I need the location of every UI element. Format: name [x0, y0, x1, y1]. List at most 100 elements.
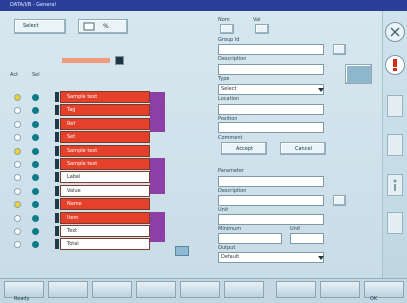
list-item-text[interactable]: Text	[60, 225, 150, 237]
list-item-text[interactable]: Item	[60, 211, 150, 224]
list-item[interactable]: Value	[14, 184, 164, 198]
position-field[interactable]	[218, 122, 324, 133]
list-item-text[interactable]: Name	[60, 198, 150, 211]
filter-field[interactable]	[62, 58, 110, 63]
toolbar-button-2[interactable]	[48, 281, 88, 298]
rail-button-3[interactable]	[387, 212, 403, 234]
row-handle[interactable]	[55, 159, 59, 169]
info-icon[interactable]	[387, 174, 403, 196]
row-handle[interactable]	[55, 199, 59, 210]
cancel-button[interactable]: Cancel	[280, 142, 326, 155]
select-indicator-icon[interactable]	[32, 228, 39, 235]
active-indicator-icon[interactable]	[14, 120, 21, 128]
row-handle[interactable]	[55, 132, 59, 143]
list-action-icon[interactable]	[175, 246, 189, 256]
rail-button-2[interactable]	[387, 134, 403, 156]
group-lookup-button[interactable]	[333, 44, 346, 55]
list-item[interactable]: Sample text	[14, 158, 164, 171]
side-action-button[interactable]	[345, 64, 372, 84]
list-item-text[interactable]: Label	[60, 171, 150, 184]
list-item[interactable]: Ref	[14, 117, 164, 131]
chevron-down-icon[interactable]	[318, 254, 324, 261]
active-indicator-icon[interactable]	[14, 94, 21, 101]
list-item-text[interactable]: Total	[60, 238, 150, 251]
field-b-label-1: Description	[218, 188, 247, 194]
active-indicator-icon[interactable]	[14, 134, 21, 142]
select-indicator-icon[interactable]	[32, 174, 39, 182]
list-item-text[interactable]: Sample text	[60, 158, 150, 170]
select-indicator-icon[interactable]	[32, 214, 39, 222]
row-handle[interactable]	[55, 145, 59, 156]
toolbar-button-7[interactable]	[276, 281, 316, 298]
unit-field[interactable]	[218, 214, 324, 225]
top-toggle-2[interactable]	[255, 24, 269, 34]
toolbar-button-3[interactable]	[92, 281, 132, 298]
chevron-down-icon[interactable]	[318, 86, 324, 93]
active-indicator-icon[interactable]	[14, 228, 21, 235]
select-indicator-icon[interactable]	[32, 107, 39, 115]
active-indicator-icon[interactable]	[14, 241, 21, 249]
list-item[interactable]: Set	[14, 131, 164, 144]
select-button[interactable]: Select	[14, 19, 66, 34]
list-item[interactable]: Text	[14, 225, 164, 238]
top-toggle-1[interactable]	[220, 24, 234, 34]
list-item[interactable]: Sample text	[14, 144, 164, 158]
select-indicator-icon[interactable]	[32, 94, 39, 101]
select-indicator-icon[interactable]	[32, 241, 39, 249]
row-handle[interactable]	[55, 92, 59, 102]
select-indicator-icon[interactable]	[32, 161, 39, 168]
list-item[interactable]: Total	[14, 238, 164, 251]
select-indicator-icon[interactable]	[32, 201, 39, 209]
output-select[interactable]: Default	[218, 252, 324, 263]
description-field[interactable]	[218, 64, 324, 75]
select-indicator-icon[interactable]	[32, 134, 39, 142]
active-indicator-icon[interactable]	[14, 174, 21, 182]
list-item-text[interactable]: Set	[60, 131, 150, 144]
active-indicator-icon[interactable]	[14, 107, 21, 115]
type-select[interactable]: Select	[218, 84, 324, 95]
select-indicator-icon[interactable]	[32, 147, 39, 155]
description-field-2[interactable]	[218, 195, 324, 206]
toolbar-button-6[interactable]	[224, 281, 264, 298]
list-item[interactable]: Name	[14, 198, 164, 211]
list-item-text[interactable]: Value	[60, 184, 150, 197]
active-indicator-icon[interactable]	[14, 214, 21, 222]
select-indicator-icon[interactable]	[32, 120, 39, 128]
active-indicator-icon[interactable]	[14, 201, 21, 209]
parameter-field[interactable]	[218, 176, 324, 187]
list-item-text[interactable]: Tag	[60, 104, 150, 117]
group-id-field[interactable]	[218, 44, 324, 55]
row-handle[interactable]	[55, 172, 59, 183]
row-handle[interactable]	[55, 226, 59, 236]
row-handle[interactable]	[55, 105, 59, 116]
list-item[interactable]: Item	[14, 211, 164, 225]
filter-toggle[interactable]	[115, 56, 124, 65]
row-handle[interactable]	[55, 212, 59, 223]
active-indicator-icon[interactable]	[14, 161, 21, 168]
minimum-field[interactable]	[218, 233, 282, 244]
row-handle[interactable]	[55, 239, 59, 250]
unit-label: Unit	[290, 226, 301, 232]
active-indicator-icon[interactable]	[14, 187, 21, 195]
row-handle[interactable]	[55, 185, 59, 196]
list-item[interactable]: Sample text	[14, 91, 164, 104]
toolbar-button-4[interactable]	[136, 281, 176, 298]
list-item[interactable]: Label	[14, 171, 164, 184]
list-item-text[interactable]: Sample text	[60, 91, 150, 103]
close-icon[interactable]	[385, 22, 405, 42]
list-item-text[interactable]: Sample text	[60, 144, 150, 157]
active-indicator-icon[interactable]	[14, 147, 21, 155]
toolbar-button-8[interactable]	[320, 281, 360, 298]
unit-small-field[interactable]	[290, 233, 324, 244]
location-field[interactable]	[218, 104, 324, 115]
rail-button-1[interactable]	[387, 95, 403, 117]
select-indicator-icon[interactable]	[32, 187, 39, 195]
percent-button[interactable]: %	[78, 19, 128, 34]
warning-icon[interactable]	[385, 55, 405, 75]
toolbar-button-5[interactable]	[180, 281, 220, 298]
row-handle[interactable]	[55, 118, 59, 129]
accept-button[interactable]: Accept	[221, 142, 267, 155]
parameter-lookup-button[interactable]	[333, 195, 346, 206]
list-item[interactable]: Tag	[14, 104, 164, 117]
list-item-text[interactable]: Ref	[60, 117, 150, 130]
